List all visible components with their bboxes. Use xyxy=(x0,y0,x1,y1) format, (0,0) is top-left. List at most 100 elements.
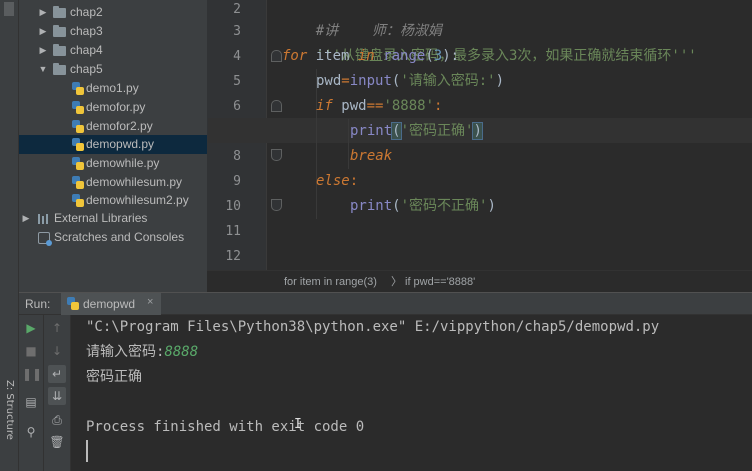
python-file-icon xyxy=(72,157,84,170)
line-number: 2 xyxy=(233,2,241,17)
code-line-3: '''从键盘录入密码，最多录入3次，如果正确就结束循环''' xyxy=(315,48,697,64)
pin-icon[interactable]: ⚲ xyxy=(22,423,40,441)
tree-item-label: demopwd.py xyxy=(86,137,155,151)
project-tool-tab[interactable] xyxy=(4,2,14,16)
line-number: 11 xyxy=(225,224,241,239)
line-number: 12 xyxy=(225,249,241,264)
tree-item-chap2[interactable]: ▶ chap2 xyxy=(19,3,207,22)
python-file-icon xyxy=(67,297,79,310)
tree-item-demopwd[interactable]: demopwd.py xyxy=(19,135,207,154)
run-toolbar-primary: ▶ ■ ❚❚ ▤ ⚲ xyxy=(19,315,44,471)
tree-item-label: demo1.py xyxy=(86,81,139,95)
breadcrumb-separator: 〉 xyxy=(391,276,402,288)
run-label: Run: xyxy=(25,297,51,311)
folder-icon xyxy=(53,63,66,75)
tree-item-label: External Libraries xyxy=(54,211,148,225)
tree-item-demofor2[interactable]: demofor2.py xyxy=(19,117,207,136)
tree-item-demowhilesum[interactable]: demowhilesum.py xyxy=(19,173,207,192)
console-cursor xyxy=(86,440,88,462)
line-number: 9 xyxy=(233,174,241,189)
python-file-icon xyxy=(72,176,84,189)
tree-item-label: chap2 xyxy=(70,5,103,19)
arrow-up-icon[interactable]: ↑ xyxy=(48,319,66,337)
code-line-2: #讲 师：杨淑娟 xyxy=(315,23,442,39)
tree-item-external-libraries[interactable]: ▶ External Libraries xyxy=(19,209,207,228)
print-icon[interactable]: ⎙ xyxy=(48,411,66,429)
soft-wrap-icon[interactable]: ↵ xyxy=(48,365,66,383)
tree-item-demofor[interactable]: demofor.py xyxy=(19,98,207,117)
line-number: 10 xyxy=(225,199,241,214)
arrow-down-icon[interactable]: ↓ xyxy=(48,342,66,360)
tree-item-label: chap4 xyxy=(70,43,103,57)
folder-icon xyxy=(53,44,66,56)
indent-guide xyxy=(348,119,349,169)
code-line-9: else: xyxy=(316,173,359,189)
chevron-right-icon[interactable]: ▶ xyxy=(21,209,31,228)
structure-tab-label: Z: Structure xyxy=(4,380,15,440)
console-result-line: 密码正确 xyxy=(86,369,142,385)
code-line-4: for item in range(3): xyxy=(282,48,460,64)
tree-item-label: demowhilesum2.py xyxy=(86,193,189,207)
tree-item-label: chap5 xyxy=(70,62,103,76)
line-number: 8 xyxy=(233,149,241,164)
code-line-5: pwd=input('请输入密码:') xyxy=(316,73,505,89)
run-tab-label: demopwd xyxy=(83,297,136,311)
run-console-output[interactable]: "C:\Program Files\Python38\python.exe" E… xyxy=(72,315,752,471)
run-tab-demopwd[interactable]: demopwd × xyxy=(61,293,161,315)
tree-item-label: demofor2.py xyxy=(86,119,153,133)
scratches-icon xyxy=(38,232,52,246)
close-icon[interactable]: × xyxy=(147,296,153,308)
tree-item-chap5[interactable]: ▼ chap5 xyxy=(19,60,207,79)
breadcrumb-item[interactable]: for item in range(3) xyxy=(284,271,377,293)
console-prompt: 请输入密码: xyxy=(86,344,165,360)
rerun-icon[interactable]: ▶ xyxy=(22,319,40,337)
tree-item-scratches[interactable]: Scratches and Consoles xyxy=(19,228,207,247)
trash-icon[interactable]: 🗑 xyxy=(48,433,66,451)
tree-item-label: demowhile.py xyxy=(86,156,160,170)
text-cursor-icon: I xyxy=(294,417,302,432)
tree-item-demowhile[interactable]: demowhile.py xyxy=(19,154,207,173)
python-file-icon xyxy=(72,138,84,151)
code-line-10: print('密码不正确') xyxy=(350,198,496,214)
chevron-right-icon[interactable]: ▶ xyxy=(38,22,48,41)
code-line-7: print('密码正确') xyxy=(350,122,483,140)
tree-item-demowhilesum2[interactable]: demowhilesum2.py xyxy=(19,191,207,210)
library-icon xyxy=(38,214,51,224)
breadcrumb: for item in range(3) 〉 if pwd=='8888' xyxy=(207,270,752,292)
tree-item-chap4[interactable]: ▶ chap4 xyxy=(19,41,207,60)
layout-icon[interactable]: ▤ xyxy=(22,393,40,411)
console-command-line: "C:\Program Files\Python38\python.exe" E… xyxy=(86,319,660,335)
pause-icon[interactable]: ❚❚ xyxy=(22,365,42,383)
line-number: 3 xyxy=(233,24,241,39)
left-tool-strip: Z: Structure xyxy=(0,0,19,471)
python-file-icon xyxy=(72,101,84,114)
tree-item-label: demofor.py xyxy=(86,100,146,114)
code-editor[interactable]: #讲 师：杨淑娟 '''从键盘录入密码，最多录入3次，如果正确就结束循环''' … xyxy=(268,0,752,270)
tree-item-label: Scratches and Consoles xyxy=(54,230,185,244)
tree-item-chap3[interactable]: ▶ chap3 xyxy=(19,22,207,41)
stop-icon[interactable]: ■ xyxy=(22,342,40,360)
folder-icon xyxy=(53,25,66,37)
run-toolbar-secondary: ↑ ↓ ↵ ⇊ ⎙ 🗑 xyxy=(44,315,71,471)
code-line-8: break xyxy=(350,148,393,164)
code-line-6: if pwd=='8888': xyxy=(316,98,443,114)
chevron-right-icon[interactable]: ▶ xyxy=(38,41,48,60)
line-number: 4 xyxy=(233,49,241,64)
tree-item-label: chap3 xyxy=(70,24,103,38)
breadcrumb-item[interactable]: if pwd=='8888' xyxy=(405,271,475,293)
console-user-input: 8888 xyxy=(164,344,199,360)
tree-item-demo1[interactable]: demo1.py xyxy=(19,79,207,98)
python-file-icon xyxy=(72,120,84,133)
line-number: 5 xyxy=(233,74,241,89)
console-prompt-line: 请输入密码:8888 xyxy=(86,340,198,365)
console-exit-line: Process finished with exit code 0 xyxy=(86,419,365,435)
folder-icon xyxy=(53,6,66,18)
scroll-to-end-icon[interactable]: ⇊ xyxy=(48,387,66,405)
tree-item-label: demowhilesum.py xyxy=(86,175,183,189)
run-tool-window-header: Run: demopwd × xyxy=(19,292,752,315)
structure-tool-tab[interactable]: Z: Structure xyxy=(0,380,19,460)
project-tree: ▶ chap2 ▶ chap3 ▶ chap4 ▼ chap5 demo1.py… xyxy=(19,0,207,292)
python-file-icon xyxy=(72,194,84,207)
chevron-down-icon[interactable]: ▼ xyxy=(38,60,48,79)
chevron-right-icon[interactable]: ▶ xyxy=(38,3,48,22)
